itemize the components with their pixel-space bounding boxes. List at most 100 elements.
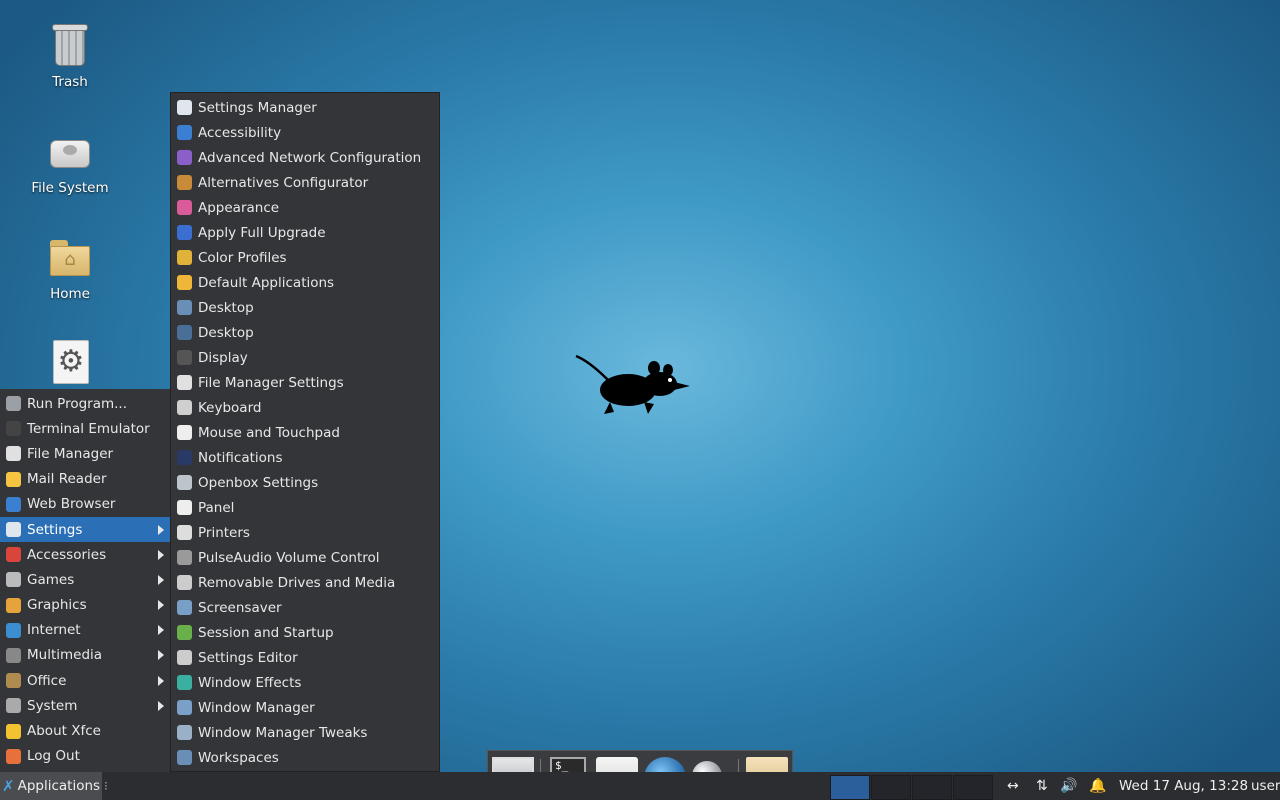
alternatives-icon xyxy=(177,175,192,190)
menu-item-label: Terminal Emulator xyxy=(27,420,150,437)
menu-item-system[interactable]: System xyxy=(0,693,170,718)
desktop-icon-home[interactable]: Home xyxy=(20,234,120,302)
menu-item-printers[interactable]: Printers xyxy=(171,520,439,545)
menu-item-settings[interactable]: Settings xyxy=(0,516,170,543)
menu-item-label: Log Out xyxy=(27,748,80,765)
menu-item-internet[interactable]: Internet xyxy=(0,618,170,643)
menu-item-log-out[interactable]: Log Out xyxy=(0,744,170,769)
menu-item-label: Desktop xyxy=(198,324,254,341)
xfce-mouse-logo xyxy=(575,354,690,414)
menu-item-accessories[interactable]: Accessories xyxy=(0,542,170,567)
menu-item-web-browser[interactable]: Web Browser xyxy=(0,492,170,517)
menu-item-label: Color Profiles xyxy=(198,249,287,266)
desktop-icon-file-system[interactable]: File System xyxy=(20,128,120,196)
network-activity-icon[interactable]: ⇅ xyxy=(1036,772,1048,800)
terminal-icon xyxy=(6,421,21,437)
printer-icon xyxy=(177,525,192,540)
menu-item-label: Workspaces xyxy=(198,749,279,766)
desktop-icon xyxy=(177,300,192,315)
settings-icon xyxy=(6,522,21,538)
menu-item-advanced-network-configuration[interactable]: Advanced Network Configuration xyxy=(171,145,439,170)
menu-item-multimedia[interactable]: Multimedia xyxy=(0,643,170,668)
menu-item-games[interactable]: Games xyxy=(0,567,170,592)
office-icon xyxy=(6,673,21,689)
menu-item-file-manager-settings[interactable]: File Manager Settings xyxy=(171,370,439,395)
desktop-icon xyxy=(177,325,192,340)
panel-handle-icon[interactable]: ⁝ xyxy=(104,779,108,793)
clock[interactable]: Wed 17 Aug, 13:28 xyxy=(1119,772,1248,800)
network-icon[interactable]: ↔ xyxy=(1007,772,1019,800)
submenu-arrow-icon xyxy=(158,574,164,585)
menu-item-default-applications[interactable]: Default Applications xyxy=(171,270,439,295)
menu-item-graphics[interactable]: Graphics xyxy=(0,593,170,618)
workspace-2[interactable] xyxy=(871,775,911,800)
menu-item-apply-full-upgrade[interactable]: Apply Full Upgrade xyxy=(171,220,439,245)
menu-item-alternatives-configurator[interactable]: Alternatives Configurator xyxy=(171,170,439,195)
xfce-logo-icon: ✗ xyxy=(2,777,15,795)
menu-item-color-profiles[interactable]: Color Profiles xyxy=(171,245,439,270)
menu-item-label: Window Manager Tweaks xyxy=(198,724,368,741)
menu-item-label: Run Program... xyxy=(27,395,128,412)
workspace-1[interactable] xyxy=(830,775,870,800)
menu-item-openbox-settings[interactable]: Openbox Settings xyxy=(171,470,439,495)
menu-item-mail-reader[interactable]: Mail Reader xyxy=(0,467,170,492)
menu-item-removable-drives-and-media[interactable]: Removable Drives and Media xyxy=(171,570,439,595)
menu-item-accessibility[interactable]: Accessibility xyxy=(171,120,439,145)
window-effects-icon xyxy=(177,675,192,690)
menu-item-window-effects[interactable]: Window Effects xyxy=(171,670,439,695)
openbox-icon xyxy=(177,475,192,490)
menu-item-label: Settings Manager xyxy=(198,99,317,116)
menu-item-label: Removable Drives and Media xyxy=(198,574,396,591)
menu-item-desktop[interactable]: Desktop xyxy=(171,295,439,320)
notification-bell-icon[interactable]: 🔔 xyxy=(1089,772,1106,800)
menu-item-appearance[interactable]: Appearance xyxy=(171,195,439,220)
desktop-icon-trash[interactable]: Trash xyxy=(20,22,120,90)
applications-button[interactable]: ✗ Applications xyxy=(0,772,102,800)
menu-item-workspaces[interactable]: Workspaces xyxy=(171,745,439,770)
menu-item-panel[interactable]: Panel xyxy=(171,495,439,520)
gear-icon xyxy=(177,650,192,665)
menu-item-screensaver[interactable]: Screensaver xyxy=(171,595,439,620)
color-profiles-icon xyxy=(177,250,192,265)
menu-item-window-manager[interactable]: Window Manager xyxy=(171,695,439,720)
graphics-icon xyxy=(6,597,21,613)
menu-item-label: Screensaver xyxy=(198,599,282,616)
submenu-arrow-icon xyxy=(158,600,164,611)
menu-item-label: Openbox Settings xyxy=(198,474,319,491)
menu-item-desktop[interactable]: Desktop xyxy=(171,320,439,345)
menu-item-window-manager-tweaks[interactable]: Window Manager Tweaks xyxy=(171,720,439,745)
menu-item-mouse-and-touchpad[interactable]: Mouse and Touchpad xyxy=(171,420,439,445)
menu-item-settings-editor[interactable]: Settings Editor xyxy=(171,645,439,670)
menu-item-label: Accessories xyxy=(27,546,107,563)
menu-item-label: Settings xyxy=(27,521,83,538)
menu-item-label: Advanced Network Configuration xyxy=(198,149,422,166)
workspace-3[interactable] xyxy=(912,775,952,800)
menu-item-label: System xyxy=(27,697,78,714)
menu-item-terminal-emulator[interactable]: Terminal Emulator xyxy=(0,416,170,441)
menu-item-run-program[interactable]: Run Program... xyxy=(0,391,170,416)
desktop-settings-icon[interactable]: ⚙ xyxy=(53,340,89,384)
screensaver-icon xyxy=(177,600,192,615)
workspaces-icon xyxy=(177,750,192,765)
internet-icon xyxy=(6,622,21,638)
menu-item-pulseaudio-volume-control[interactable]: PulseAudio Volume Control xyxy=(171,545,439,570)
menu-item-file-manager[interactable]: File Manager xyxy=(0,441,170,466)
menu-item-settings-manager[interactable]: Settings Manager xyxy=(171,95,439,120)
volume-icon[interactable]: 🔊 xyxy=(1060,772,1077,800)
drive-icon xyxy=(48,128,92,174)
display-icon xyxy=(177,350,192,365)
menu-item-label: Window Manager xyxy=(198,699,315,716)
menu-item-display[interactable]: Display xyxy=(171,345,439,370)
workspace-4[interactable] xyxy=(953,775,993,800)
session-icon xyxy=(177,625,192,640)
default-apps-icon xyxy=(177,275,192,290)
trash-icon xyxy=(48,22,92,68)
menu-item-about-xfce[interactable]: About Xfce xyxy=(0,718,170,743)
menu-item-session-and-startup[interactable]: Session and Startup xyxy=(171,620,439,645)
submenu-arrow-icon xyxy=(158,700,164,711)
menu-item-keyboard[interactable]: Keyboard xyxy=(171,395,439,420)
user-menu[interactable]: user xyxy=(1251,772,1280,800)
menu-item-notifications[interactable]: Notifications xyxy=(171,445,439,470)
menu-item-office[interactable]: Office xyxy=(0,668,170,693)
menu-item-label: Apply Full Upgrade xyxy=(198,224,326,241)
